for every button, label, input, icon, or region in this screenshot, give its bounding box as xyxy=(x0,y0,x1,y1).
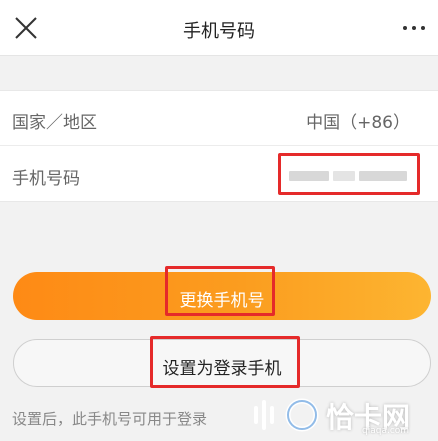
region-row[interactable]: 国家／地区 中国（+86） xyxy=(0,91,438,146)
top-nav-bar: 手机号码 xyxy=(0,0,438,56)
set-login-phone-button[interactable]: 设置为登录手机 xyxy=(13,339,431,387)
region-value: 中国（+86） xyxy=(306,113,410,133)
watermark-logo-icon xyxy=(254,398,319,432)
phone-label: 手机号码 xyxy=(12,169,80,189)
page-title: 手机号码 xyxy=(183,21,255,42)
change-phone-button[interactable]: 更换手机号 xyxy=(13,272,431,320)
change-phone-label: 更换手机号 xyxy=(179,291,265,311)
watermark-url: qiaqa.com xyxy=(362,426,410,436)
phone-info-card: 国家／地区 中国（+86） 手机号码 xyxy=(0,90,438,202)
masked-phone-number-part xyxy=(359,171,407,181)
region-label: 国家／地区 xyxy=(12,113,97,133)
phone-row: 手机号码 xyxy=(0,147,438,202)
watermark: 恰卡网 qiaqa.com xyxy=(244,392,438,441)
masked-phone-number-part xyxy=(333,171,355,181)
set-login-phone-label: 设置为登录手机 xyxy=(162,359,282,379)
more-icon[interactable] xyxy=(400,14,428,42)
masked-phone-number xyxy=(289,171,329,181)
hint-text: 设置后，此手机号可用于登录 xyxy=(12,410,208,428)
phone-number-highlight xyxy=(278,153,420,195)
